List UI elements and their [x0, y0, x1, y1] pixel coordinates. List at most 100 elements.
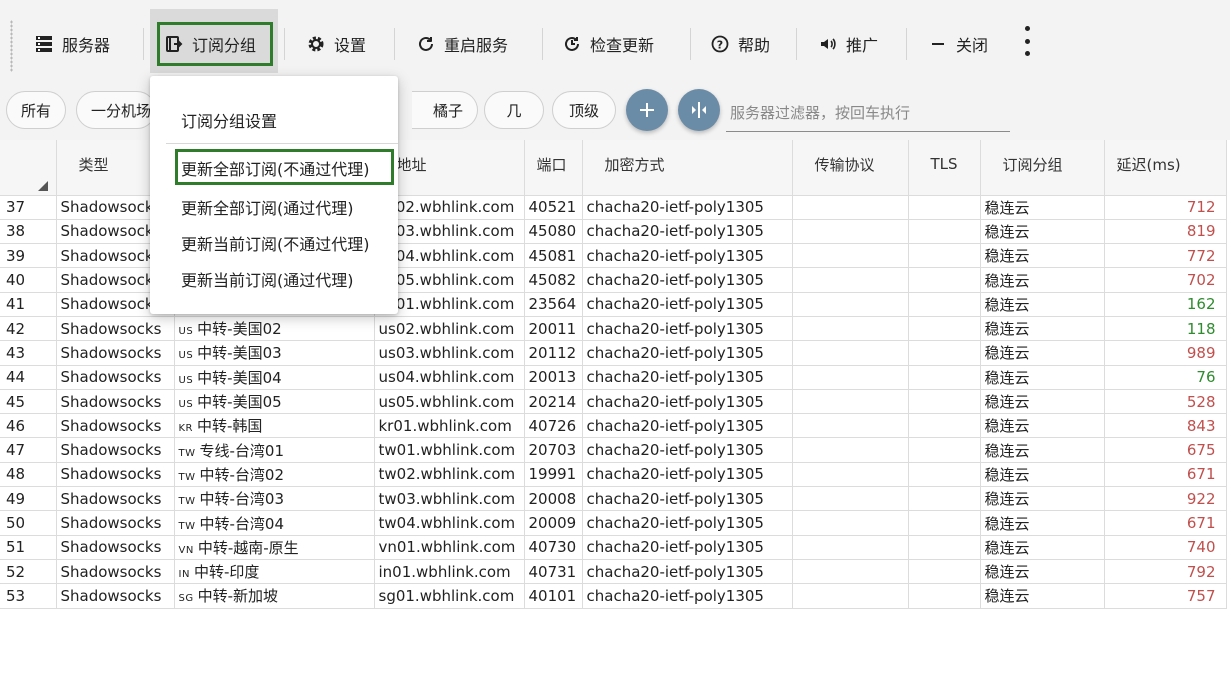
check-update-button[interactable]: 检查更新 [562, 24, 654, 64]
sort-corner[interactable] [0, 140, 57, 196]
alias-cell: IN 中转-印度 [174, 559, 375, 585]
toolbar-grip[interactable] [10, 20, 13, 72]
sub-group-cell: 稳连云 [980, 583, 1105, 609]
menu-divider [166, 143, 398, 144]
port-cell: 45080 [524, 219, 583, 245]
row-number: 49 [0, 486, 57, 512]
settings-button[interactable]: 设置 [306, 24, 366, 64]
delay-cell: 528 [1104, 389, 1227, 415]
row-number: 51 [0, 535, 57, 560]
table-row[interactable]: 48 Shadowsocks TW 中转-台湾02 tw02.wbhlink.com 19… [0, 462, 1227, 488]
server-icon [34, 34, 54, 54]
row-number: 41 [0, 292, 57, 317]
table-row[interactable]: 43 Shadowsocks US 中转-美国03 us03.wbhlink.com 20… [0, 340, 1227, 366]
type-cell: Shadowsocks [56, 413, 175, 439]
country-code: TW [178, 520, 196, 532]
sub-group-cell: 稳连云 [980, 486, 1105, 512]
promote-button[interactable]: 推广 [818, 24, 878, 64]
port-cell: 20011 [524, 316, 583, 342]
table-row[interactable]: 45 Shadowsocks US 中转-美国05 us05.wbhlink.com 20… [0, 389, 1227, 415]
close-button[interactable]: 关闭 [928, 24, 988, 64]
table-row[interactable]: 52 Shadowsocks IN 中转-印度 in01.wbhlink.com 4073… [0, 559, 1227, 585]
row-number: 44 [0, 365, 57, 390]
row-number: 47 [0, 437, 57, 463]
group-chip[interactable]: 橘子 [412, 91, 478, 129]
delay-cell: 712 [1104, 195, 1227, 220]
split-arrows-icon [692, 102, 706, 118]
address-cell: us03.wbhlink.com [374, 340, 525, 366]
table-row[interactable]: 46 Shadowsocks KR 中转-韩国 kr01.wbhlink.com 4072… [0, 413, 1227, 439]
table-row[interactable]: 44 Shadowsocks US 中转-美国04 us04.wbhlink.com 20… [0, 365, 1227, 390]
transport-cell [792, 535, 909, 560]
encryption-cell: chacha20-ietf-poly1305 [582, 559, 793, 585]
sort-triangle-icon [38, 180, 48, 191]
transport-cell [792, 559, 909, 585]
table-row[interactable]: 47 Shadowsocks TW 专线-台湾01 tw01.wbhlink.com 20… [0, 437, 1227, 463]
encryption-cell: chacha20-ietf-poly1305 [582, 413, 793, 439]
column-header-sub-group[interactable]: 订阅分组 [980, 140, 1105, 196]
add-button[interactable] [626, 89, 668, 131]
delay-cell: 792 [1104, 559, 1227, 585]
server-filter-input[interactable] [726, 94, 1010, 132]
encryption-cell: chacha20-ietf-poly1305 [582, 316, 793, 342]
port-cell: 45081 [524, 243, 583, 269]
menu-item-update-all-proxy[interactable]: 更新全部订阅(通过代理) [181, 195, 354, 219]
transport-cell [792, 292, 909, 317]
menu-item-update-all-direct[interactable]: 更新全部订阅(不通过代理) [181, 156, 370, 180]
menu-item-update-current-direct[interactable]: 更新当前订阅(不通过代理) [181, 231, 370, 255]
column-resize-button[interactable] [678, 89, 720, 131]
alias-cell: TW 中转-台湾03 [174, 486, 375, 512]
transport-cell [792, 340, 909, 366]
tls-cell [908, 486, 981, 512]
row-number: 48 [0, 462, 57, 488]
column-header-tls[interactable]: TLS [908, 140, 981, 196]
more-options-icon[interactable] [1022, 26, 1032, 56]
tls-cell [908, 292, 981, 317]
group-chip[interactable]: 几 [484, 91, 544, 129]
servers-button[interactable]: 服务器 [34, 24, 110, 64]
country-code: KR [178, 423, 194, 435]
minus-icon [928, 34, 948, 54]
table-row[interactable]: 50 Shadowsocks TW 中转-台湾04 tw04.wbhlink.com 20… [0, 510, 1227, 536]
group-chip-all[interactable]: 所有 [6, 91, 66, 129]
country-code: US [178, 326, 194, 338]
delay-cell: 118 [1104, 316, 1227, 342]
transport-cell [792, 365, 909, 390]
table-row[interactable]: 51 Shadowsocks VN 中转-越南-原生 vn01.wbhlink.com 4… [0, 535, 1227, 560]
servers-label: 服务器 [62, 36, 111, 55]
table-row[interactable]: 53 Shadowsocks SG 中转-新加坡 sg01.wbhlink.com 401… [0, 583, 1227, 609]
row-number: 39 [0, 243, 57, 269]
restart-service-button[interactable]: 重启服务 [416, 24, 508, 64]
address-cell: vn01.wbhlink.com [374, 535, 525, 560]
sub-group-dropdown-menu: 订阅分组设置 更新全部订阅(不通过代理) 更新全部订阅(通过代理) 更新当前订阅… [150, 76, 398, 314]
transport-cell [792, 316, 909, 342]
alias-text: 中转-美国03 [197, 344, 282, 363]
close-label: 关闭 [956, 36, 989, 55]
sub-group-cell: 稳连云 [980, 437, 1105, 463]
table-row[interactable]: 42 Shadowsocks US 中转-美国02 us02.wbhlink.com 20… [0, 316, 1227, 342]
table-row[interactable]: 49 Shadowsocks TW 中转-台湾03 tw03.wbhlink.com 20… [0, 486, 1227, 512]
help-button[interactable]: ? 帮助 [710, 24, 770, 64]
column-header-transport[interactable]: 传输协议 [792, 140, 909, 196]
group-chip[interactable]: 顶级 [552, 91, 616, 129]
row-number: 43 [0, 340, 57, 366]
column-header-port[interactable]: 端口 [524, 140, 583, 196]
column-header-encryption[interactable]: 加密方式 [582, 140, 793, 196]
alias-text: 中转-美国02 [197, 320, 282, 339]
encryption-cell: chacha20-ietf-poly1305 [582, 583, 793, 609]
column-header-delay[interactable]: 延迟(ms) [1104, 140, 1227, 196]
row-number: 40 [0, 267, 57, 293]
group-chip[interactable]: 一分机场 [76, 91, 156, 129]
transport-cell [792, 243, 909, 269]
menu-item-sub-group-settings[interactable]: 订阅分组设置 [181, 108, 277, 132]
plus-icon [640, 103, 654, 117]
port-cell: 23564 [524, 292, 583, 317]
delay-cell: 989 [1104, 340, 1227, 366]
encryption-cell: chacha20-ietf-poly1305 [582, 365, 793, 390]
type-cell: Shadowsocks [56, 437, 175, 463]
address-cell: us04.wbhlink.com [374, 365, 525, 390]
port-cell: 20008 [524, 486, 583, 512]
clock-refresh-icon [562, 34, 582, 54]
sub-group-cell: 稳连云 [980, 559, 1105, 585]
menu-item-update-current-proxy[interactable]: 更新当前订阅(通过代理) [181, 267, 354, 291]
